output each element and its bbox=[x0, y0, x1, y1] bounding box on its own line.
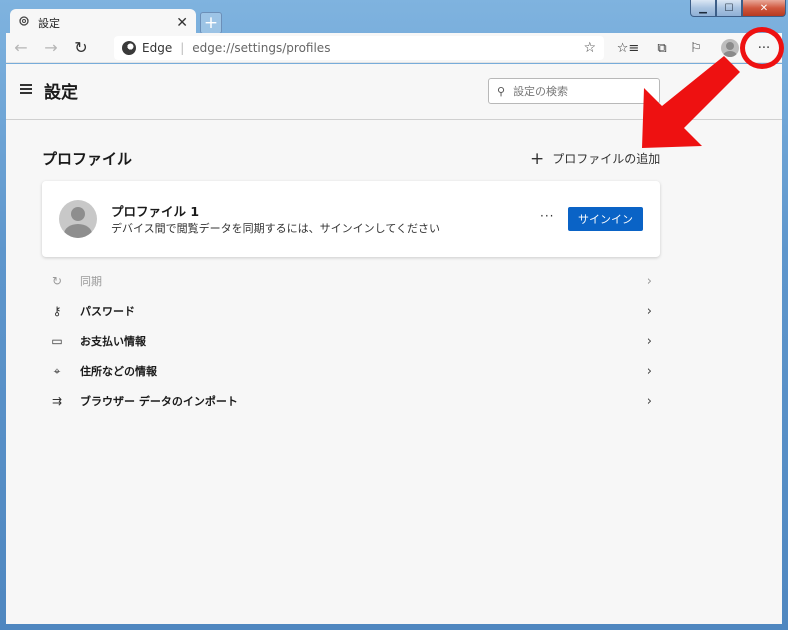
list-item-label: 住所などの情報 bbox=[80, 365, 157, 378]
profile-settings-list: ↻ 同期 › ⚷ パスワード › ▭ お支払い情報 › ⌖ 住所などの情報 › … bbox=[42, 266, 660, 416]
search-input[interactable] bbox=[513, 84, 644, 98]
tab-settings[interactable]: 設定 ✕ bbox=[10, 9, 196, 36]
profile-card: プロファイル 1 デバイス間で閲覧データを同期するには、サインインしてください … bbox=[42, 181, 660, 257]
list-item-label: ブラウザー データのインポート bbox=[80, 395, 238, 408]
list-item-label: パスワード bbox=[80, 305, 135, 318]
profiles-section-title: プロファイル bbox=[42, 150, 133, 168]
list-item-passwords[interactable]: ⚷ パスワード › bbox=[42, 296, 660, 326]
chevron-right-icon: › bbox=[646, 393, 652, 409]
annotation-arrow-icon bbox=[642, 56, 740, 148]
url-host: edge:// bbox=[192, 41, 235, 55]
sidebar-item-sync[interactable]: ↻ 同期 › bbox=[42, 266, 660, 296]
address-separator: | bbox=[180, 41, 185, 55]
avatar bbox=[59, 200, 97, 238]
import-icon: ⇉ bbox=[51, 394, 63, 408]
list-item-label: 同期 bbox=[80, 275, 102, 288]
profile-description: デバイス間で閲覧データを同期するには、サインインしてください bbox=[111, 222, 441, 235]
chevron-right-icon: › bbox=[646, 303, 652, 319]
tab-title: 設定 bbox=[38, 16, 60, 30]
edge-logo-icon bbox=[122, 41, 136, 55]
plus-icon: + bbox=[530, 148, 545, 169]
window-frame: ▁ ☐ ✕ 設定 ✕ + ← → ↻ Edge | edge:// settin… bbox=[0, 0, 788, 630]
chevron-right-icon: › bbox=[646, 363, 652, 379]
close-tab-icon[interactable]: ✕ bbox=[176, 15, 188, 31]
key-icon: ⚷ bbox=[52, 304, 62, 318]
page-title: 設定 bbox=[44, 83, 78, 103]
sync-icon: ↻ bbox=[51, 274, 63, 288]
hamburger-menu-icon[interactable] bbox=[20, 84, 32, 94]
tab-strip: 設定 ✕ + bbox=[6, 6, 782, 36]
sign-in-button[interactable]: サインイン bbox=[568, 207, 643, 231]
refresh-button[interactable]: ↻ bbox=[66, 34, 96, 62]
favorite-star-icon[interactable]: ☆ bbox=[583, 40, 596, 56]
list-item-import-data[interactable]: ⇉ ブラウザー データのインポート › bbox=[42, 386, 660, 416]
search-box[interactable]: ⚲ bbox=[488, 78, 660, 104]
chevron-right-icon: › bbox=[646, 273, 652, 289]
list-item-addresses[interactable]: ⌖ 住所などの情報 › bbox=[42, 356, 660, 386]
forward-button[interactable]: → bbox=[36, 34, 66, 62]
chevron-right-icon: › bbox=[646, 333, 652, 349]
favorites-list-icon[interactable]: ☆≡ bbox=[614, 35, 642, 61]
gear-icon bbox=[18, 15, 30, 30]
new-tab-button[interactable]: + bbox=[200, 12, 222, 34]
address-bar[interactable]: Edge | edge:// settings/profiles ☆ bbox=[114, 36, 604, 60]
add-profile-label: プロファイルの追加 bbox=[552, 152, 661, 166]
back-button[interactable]: ← bbox=[6, 34, 36, 62]
url-path: settings/profiles bbox=[234, 41, 331, 55]
list-item-label: お支払い情報 bbox=[80, 335, 146, 348]
avatar-icon bbox=[721, 39, 739, 57]
list-item-payment-info[interactable]: ▭ お支払い情報 › bbox=[42, 326, 660, 356]
profile-more-icon[interactable]: ··· bbox=[540, 209, 554, 223]
location-pin-icon: ⌖ bbox=[53, 363, 61, 378]
card-icon: ▭ bbox=[51, 334, 63, 348]
search-icon: ⚲ bbox=[497, 84, 506, 98]
annotation-circle bbox=[740, 27, 784, 69]
profile-name: プロファイル 1 bbox=[111, 204, 200, 219]
add-profile-button[interactable]: + プロファイルの追加 bbox=[530, 150, 660, 167]
site-name: Edge bbox=[142, 41, 173, 55]
